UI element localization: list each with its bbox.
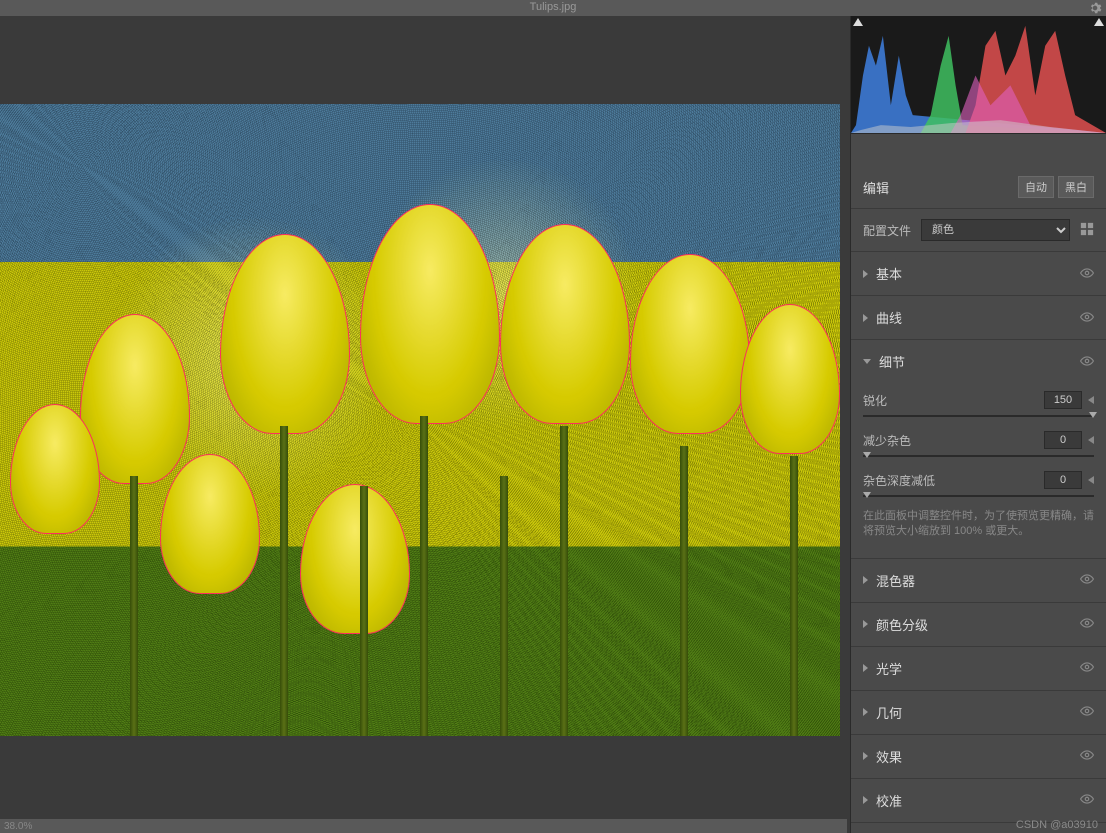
color-noise-slider[interactable] [863, 495, 1094, 497]
panel-detail: 细节 锐化 减少杂色 杂色深度减低 [851, 340, 1106, 559]
panel-title: 效果 [876, 747, 902, 766]
eye-icon[interactable] [1080, 705, 1094, 719]
noise-label: 减少杂色 [863, 432, 911, 449]
eye-icon[interactable] [1080, 749, 1094, 763]
file-title: Tulips.jpg [530, 1, 577, 13]
profile-label: 配置文件 [863, 222, 911, 239]
image-canvas[interactable] [0, 104, 840, 736]
chevron-right-icon [863, 796, 868, 804]
panel-title: 混色器 [876, 571, 915, 590]
zoom-level[interactable]: 38.0% [4, 821, 32, 832]
edit-title: 编辑 [863, 178, 889, 197]
chevron-right-icon [863, 314, 868, 322]
color-noise-input[interactable] [1044, 471, 1082, 489]
chevron-right-icon [863, 708, 868, 716]
profile-select[interactable]: 颜色 [921, 219, 1070, 241]
histogram[interactable] [851, 16, 1106, 134]
panel-optics[interactable]: 光学 [851, 647, 1106, 691]
noise-slider[interactable] [863, 455, 1094, 457]
eye-icon[interactable] [1080, 267, 1094, 281]
sharpen-input[interactable] [1044, 391, 1082, 409]
panel-title: 校准 [876, 791, 902, 810]
highlight-clip-icon[interactable] [1094, 18, 1104, 26]
chevron-right-icon [863, 576, 868, 584]
sharpen-label: 锐化 [863, 392, 887, 409]
profile-row: 配置文件 颜色 [851, 209, 1106, 252]
chevron-right-icon [863, 270, 868, 278]
panel-title: 颜色分级 [876, 615, 928, 634]
chevron-right-icon [863, 620, 868, 628]
panel-curves[interactable]: 曲线 [851, 296, 1106, 340]
eye-icon[interactable] [1080, 355, 1094, 369]
panel-grading[interactable]: 颜色分级 [851, 603, 1106, 647]
shadow-clip-icon[interactable] [853, 18, 863, 26]
reset-icon[interactable] [1088, 396, 1094, 404]
detail-hint: 在此面板中调整控件时，为了使预览更精确，请将预览大小缩放到 100% 或更大。 [863, 503, 1094, 546]
edit-panel: 编辑 自动 黑白 配置文件 颜色 基本 曲线 [850, 16, 1106, 833]
reset-icon[interactable] [1088, 476, 1094, 484]
title-bar: Tulips.jpg [0, 0, 1106, 16]
noise-input[interactable] [1044, 431, 1082, 449]
chevron-right-icon [863, 752, 868, 760]
sharpen-slider[interactable] [863, 415, 1094, 417]
watermark: CSDN @a03910 [1016, 819, 1098, 831]
panel-calibration[interactable]: 校准 [851, 779, 1106, 823]
canvas-area [0, 16, 847, 806]
eye-icon[interactable] [1080, 793, 1094, 807]
reset-icon[interactable] [1088, 436, 1094, 444]
chevron-right-icon [863, 664, 868, 672]
edit-header-section: 编辑 自动 黑白 [851, 162, 1106, 209]
panel-title: 细节 [879, 352, 905, 371]
panel-effects[interactable]: 效果 [851, 735, 1106, 779]
status-bar: 38.0% [0, 819, 847, 833]
auto-button[interactable]: 自动 [1018, 176, 1054, 198]
color-noise-label: 杂色深度减低 [863, 472, 935, 489]
panel-basic[interactable]: 基本 [851, 252, 1106, 296]
eye-icon[interactable] [1080, 311, 1094, 325]
panel-title: 曲线 [876, 308, 902, 327]
panel-title: 几何 [876, 703, 902, 722]
panel-mixer[interactable]: 混色器 [851, 559, 1106, 603]
eye-icon[interactable] [1080, 573, 1094, 587]
bw-button[interactable]: 黑白 [1058, 176, 1094, 198]
panel-title: 基本 [876, 264, 902, 283]
profile-browser-icon[interactable] [1080, 222, 1094, 239]
eye-icon[interactable] [1080, 661, 1094, 675]
eye-icon[interactable] [1080, 617, 1094, 631]
chevron-down-icon [863, 359, 871, 364]
panel-detail-header[interactable]: 细节 [851, 340, 1106, 383]
panel-title: 光学 [876, 659, 902, 678]
panel-geometry[interactable]: 几何 [851, 691, 1106, 735]
